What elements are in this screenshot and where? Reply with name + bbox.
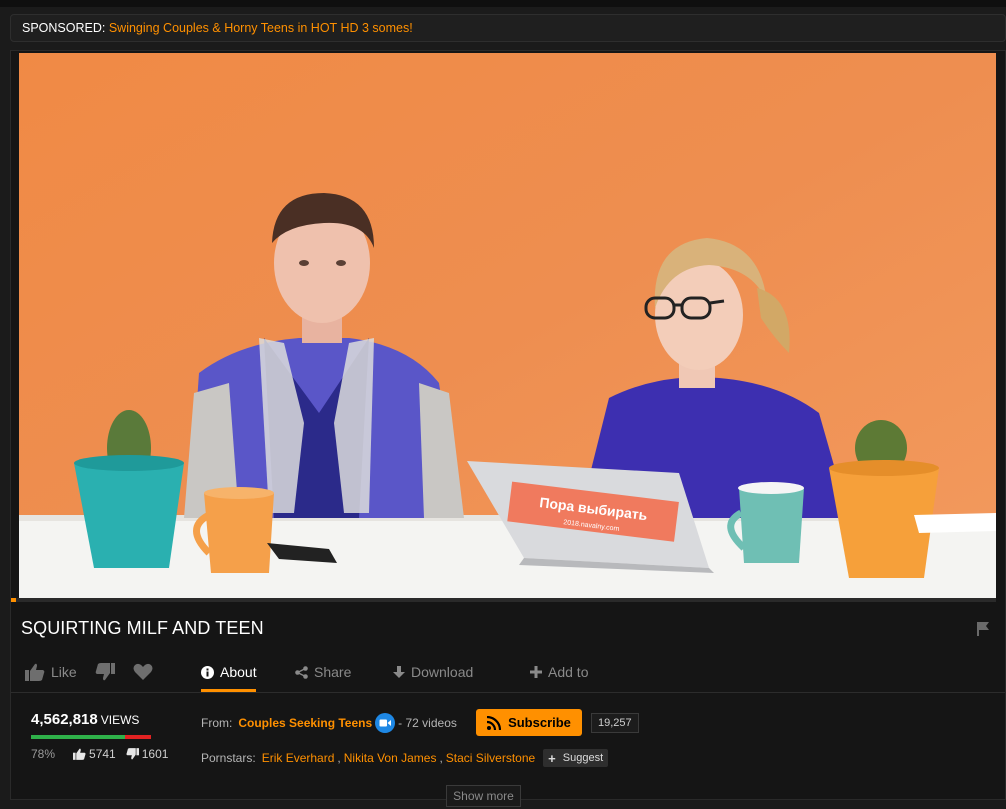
subscribe-label: Subscribe	[508, 715, 571, 730]
active-tab-underline	[201, 689, 256, 692]
dislikes-number: 1601	[141, 747, 169, 761]
rating-bar-fill	[31, 735, 125, 739]
sponsored-link[interactable]: Swinging Couples & Horny Teens in HOT HD…	[109, 21, 413, 35]
rss-icon	[487, 715, 502, 730]
sponsored-banner[interactable]: SPONSORED: Swinging Couples & Horny Teen…	[10, 14, 1006, 42]
from-line: From: Couples Seeking Teens - 72 videos	[201, 713, 457, 733]
verified-channel-icon	[375, 713, 396, 733]
video-container: Пора выбирать 2018.navalny.com SQUIRTING…	[10, 50, 1006, 800]
tab-add-to[interactable]: Add to	[530, 651, 588, 693]
info-icon	[201, 665, 214, 679]
from-label: From:	[201, 716, 233, 730]
plus-icon: +	[548, 750, 556, 766]
rating-percent: 78%	[31, 747, 56, 761]
download-icon	[393, 665, 405, 678]
views-count: 4,562,818 VIEWS	[31, 711, 139, 728]
suggest-label: Suggest	[562, 752, 604, 764]
channel-video-count: - 72 videos	[398, 716, 457, 730]
separator: ,	[439, 751, 443, 765]
share-icon	[295, 665, 308, 679]
pornstar-link[interactable]: Staci Silverstone	[446, 751, 535, 765]
video-player[interactable]: Пора выбирать 2018.navalny.com	[19, 53, 996, 600]
subscriber-count: 19,257	[591, 713, 639, 733]
separator: ,	[337, 751, 341, 765]
likes-count: 5741	[73, 747, 116, 761]
plus-icon	[530, 666, 542, 678]
pornstar-link[interactable]: Erik Everhard	[262, 751, 335, 765]
views-label: VIEWS	[100, 713, 140, 727]
video-title: SQUIRTING MILF AND TEEN	[21, 618, 264, 638]
thumbs-up-icon	[25, 663, 45, 681]
thumbs-down-icon	[95, 663, 115, 681]
thumbs-down-icon	[126, 748, 139, 760]
tab-add-to-label: Add to	[548, 664, 589, 680]
tab-about-label: About	[220, 664, 257, 680]
dislike-button[interactable]	[95, 651, 121, 693]
like-button[interactable]: Like	[25, 651, 77, 693]
rating-bar	[31, 735, 151, 739]
title-row: SQUIRTING MILF AND TEEN	[11, 606, 1005, 651]
subscribe-button[interactable]: Subscribe	[476, 709, 582, 736]
tab-about[interactable]: About	[201, 651, 257, 693]
favorite-button[interactable]	[133, 651, 159, 693]
action-bar: Like About Share Download Add to	[11, 651, 1005, 693]
top-strip	[0, 0, 1006, 7]
dislikes-count: 1601	[126, 747, 169, 761]
pornstars-label: Pornstars:	[201, 751, 256, 765]
suggest-button[interactable]: + Suggest	[543, 749, 609, 767]
flag-icon[interactable]	[976, 621, 990, 637]
rating-stats: 78% 5741 1601	[31, 747, 178, 761]
tab-share[interactable]: Share	[295, 651, 351, 693]
player-progress-bar[interactable]	[11, 598, 996, 602]
player-progress-fill	[11, 598, 16, 602]
tab-share-label: Share	[314, 664, 352, 680]
likes-number: 5741	[89, 747, 116, 761]
views-number: 4,562,818	[31, 711, 98, 728]
tab-download-label: Download	[411, 664, 474, 680]
pornstars-line: Pornstars: Erik Everhard , Nikita Von Ja…	[201, 749, 609, 767]
pornstar-link[interactable]: Nikita Von James	[344, 751, 437, 765]
video-frame: Пора выбирать 2018.navalny.com	[19, 53, 996, 600]
thumbs-up-icon	[73, 748, 86, 760]
show-more-button[interactable]: Show more	[446, 785, 521, 807]
channel-link[interactable]: Couples Seeking Teens	[238, 716, 372, 730]
page: SPONSORED: Swinging Couples & Horny Teen…	[0, 0, 1006, 809]
heart-icon	[133, 663, 153, 680]
like-label: Like	[51, 664, 77, 680]
tab-download[interactable]: Download	[393, 651, 473, 693]
sponsored-label: SPONSORED:	[22, 21, 106, 35]
